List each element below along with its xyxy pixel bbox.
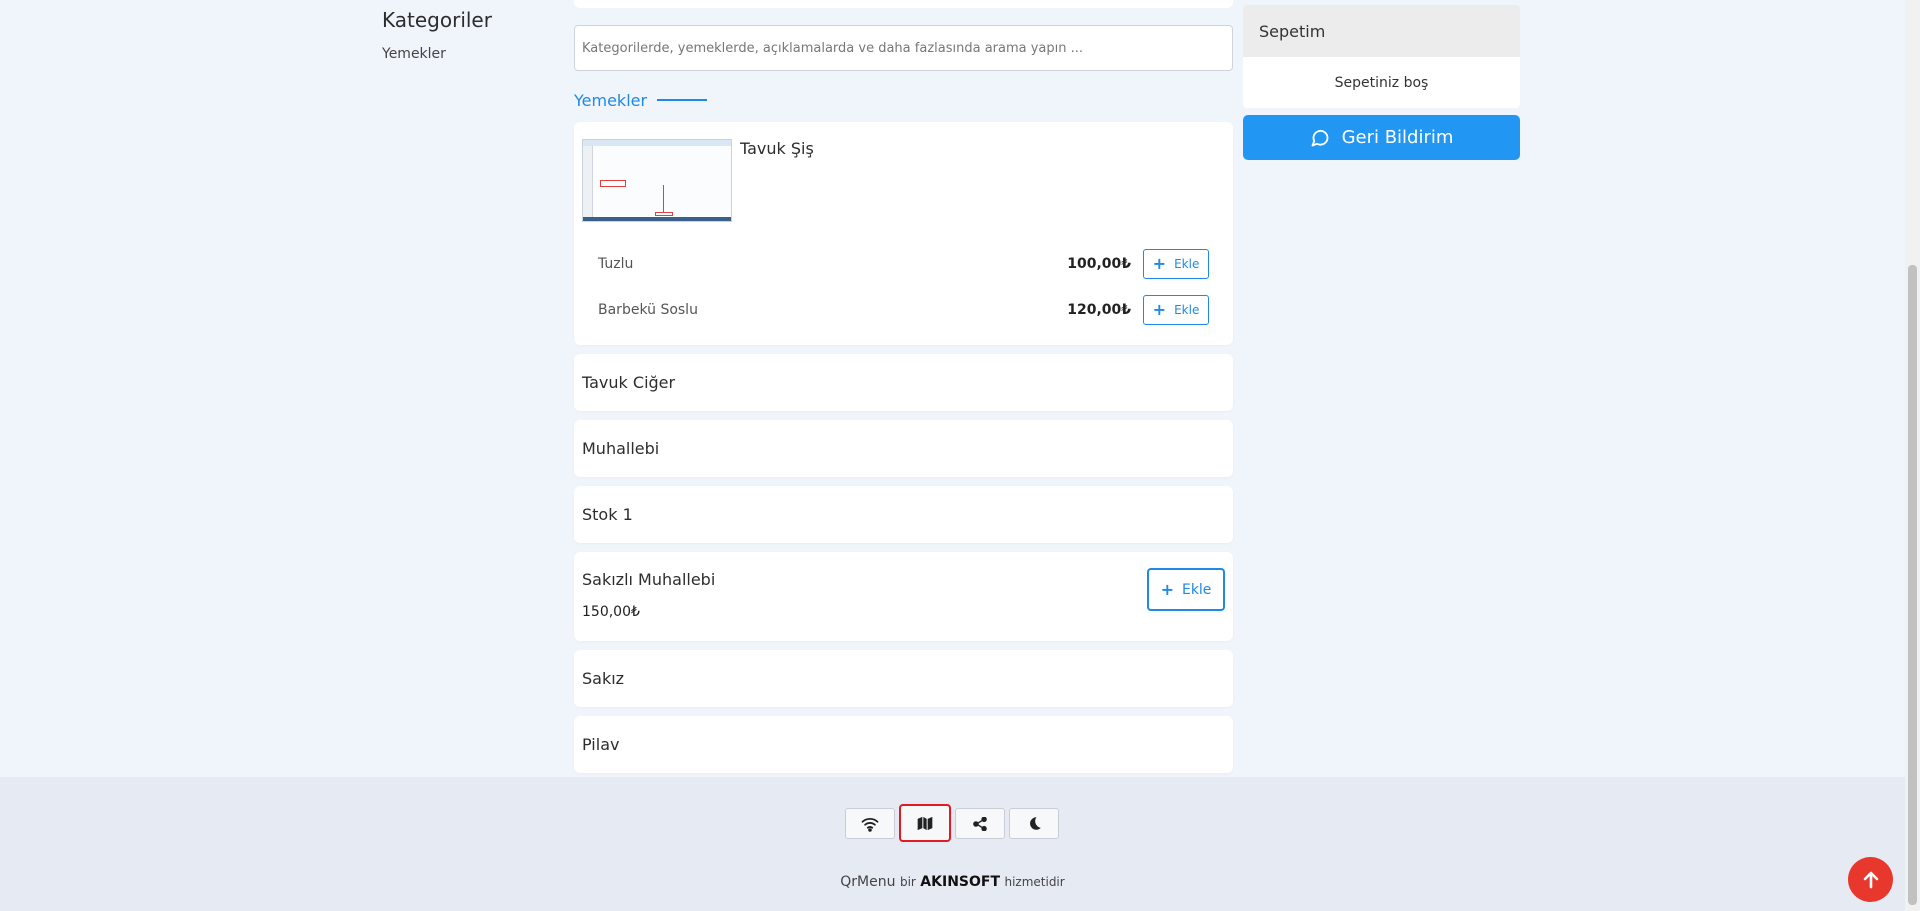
menu-content: Yemekler Tavuk Şiş Tuzlu 100,00₺ + Ekle … xyxy=(574,0,1233,782)
product-price: 150,00₺ xyxy=(582,604,640,620)
product-name: Sakızlı Muhallebi xyxy=(582,570,716,589)
product-name: Tavuk Şiş xyxy=(740,139,814,158)
category-sidebar: Kategoriler Yemekler xyxy=(382,8,562,62)
wifi-button[interactable] xyxy=(845,808,895,839)
add-button[interactable]: + Ekle xyxy=(1143,249,1209,279)
variant-price: 120,00₺ xyxy=(1067,302,1131,318)
page: Kategoriler Yemekler Yemekler Tavuk Şiş … xyxy=(0,0,1905,911)
search-input[interactable] xyxy=(574,25,1233,71)
product-card[interactable]: Sakız xyxy=(574,650,1233,707)
arrow-up-icon xyxy=(1863,871,1878,888)
sidebar-title: Kategoriler xyxy=(382,8,492,32)
add-button-label: Ekle xyxy=(1174,257,1200,271)
section-title-underline xyxy=(657,99,708,101)
product-card-expanded[interactable]: Tavuk Şiş Tuzlu 100,00₺ + Ekle Barbekü S… xyxy=(574,122,1233,345)
page-scrollbar[interactable] xyxy=(1905,0,1920,911)
share-icon xyxy=(973,816,987,831)
product-card-priced[interactable]: Sakızlı Muhallebi 150,00₺ + Ekle xyxy=(574,552,1233,641)
variant-name: Tuzlu xyxy=(598,256,634,272)
feedback-button[interactable]: Geri Bildirim xyxy=(1243,115,1520,160)
feedback-button-label: Geri Bildirim xyxy=(1341,127,1454,148)
cart-panel: Sepetim Sepetiniz boş Geri Bildirim xyxy=(1243,5,1520,160)
plus-icon: + xyxy=(1152,254,1167,273)
moon-icon xyxy=(1029,817,1041,830)
cart-title: Sepetim xyxy=(1243,5,1520,57)
credit-product: QrMenu xyxy=(840,874,896,890)
product-card[interactable]: Tavuk Ciğer xyxy=(574,354,1233,411)
dark-mode-button[interactable] xyxy=(1009,808,1059,839)
product-card[interactable]: Muhallebi xyxy=(574,420,1233,477)
variant-price: 100,00₺ xyxy=(1067,256,1131,272)
variant-row: Tuzlu 100,00₺ + Ekle xyxy=(598,249,1209,279)
sidebar-item-yemekler[interactable]: Yemekler xyxy=(382,46,562,62)
variant-row: Barbekü Soslu 120,00₺ + Ekle xyxy=(598,295,1209,325)
add-button[interactable]: + Ekle xyxy=(1147,568,1225,611)
section-title-text: Yemekler xyxy=(574,90,648,110)
plus-icon: + xyxy=(1152,300,1167,319)
map-button[interactable] xyxy=(899,804,951,842)
cart-empty-text: Sepetiniz boş xyxy=(1243,57,1520,108)
scroll-to-top-button[interactable] xyxy=(1848,857,1893,902)
footer-toolbar xyxy=(845,804,1059,842)
credit-brand[interactable]: AKINSOFT xyxy=(920,874,1000,890)
footer: QrMenu bir AKINSOFT hizmetidir xyxy=(0,777,1905,911)
scrollbar-thumb[interactable] xyxy=(1908,265,1917,905)
credit-mid: bir xyxy=(899,875,916,889)
footer-credit: QrMenu bir AKINSOFT hizmetidir xyxy=(0,874,1905,890)
product-card[interactable]: Stok 1 xyxy=(574,486,1233,543)
variant-name: Barbekü Soslu xyxy=(598,302,698,318)
top-card-stub xyxy=(574,0,1233,8)
product-image xyxy=(582,139,732,222)
map-icon xyxy=(917,816,933,830)
add-button[interactable]: + Ekle xyxy=(1143,295,1209,325)
wifi-icon xyxy=(861,817,879,832)
add-button-label: Ekle xyxy=(1181,581,1212,598)
chat-bubble-icon xyxy=(1311,129,1328,146)
credit-suffix: hizmetidir xyxy=(1004,875,1065,889)
section-title: Yemekler xyxy=(574,89,1233,111)
share-button[interactable] xyxy=(955,808,1005,839)
plus-icon: + xyxy=(1160,579,1174,599)
add-button-label: Ekle xyxy=(1174,303,1200,317)
product-card[interactable]: Pilav xyxy=(574,716,1233,773)
